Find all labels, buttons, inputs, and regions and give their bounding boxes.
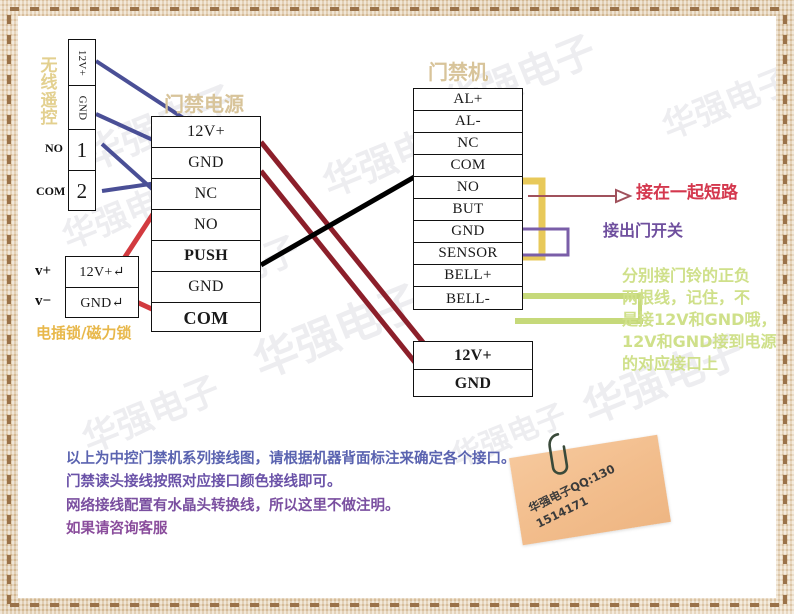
- controller-row-al-plus[interactable]: AL+: [414, 89, 522, 111]
- controller-row-sensor[interactable]: SENSOR: [414, 243, 522, 265]
- controller-row-no[interactable]: NO: [414, 177, 522, 199]
- lock-terminal-block[interactable]: 12V+↵ GND↵: [65, 256, 139, 318]
- lock-row-gnd[interactable]: GND↵: [66, 288, 138, 318]
- power-supply-title: 门禁电源: [164, 92, 244, 116]
- power-row-com[interactable]: COM: [152, 303, 260, 333]
- controller-row-nc[interactable]: NC: [414, 133, 522, 155]
- bell-note-line-5: 的对应接口上: [622, 354, 719, 373]
- power-row-gnd2[interactable]: GND: [152, 272, 260, 303]
- controller-terminal-block[interactable]: AL+ AL- NC COM NO BUT GND SENSOR BELL+ B…: [413, 88, 523, 310]
- bell-note-line-2: 两根线，记住，不: [622, 288, 751, 307]
- controller-row-com[interactable]: COM: [414, 155, 522, 177]
- annotation-exit-switch: 接出门开关: [603, 221, 684, 240]
- remote-title: 无线遥控: [40, 56, 58, 128]
- frame-stitch-bottom: [10, 603, 784, 607]
- ctrl-power-row-gnd[interactable]: GND: [414, 370, 532, 397]
- bell-note-line-4: 12V和GND接到电源: [622, 332, 776, 351]
- controller-row-bell-plus[interactable]: BELL+: [414, 265, 522, 287]
- power-row-12v[interactable]: 12V+: [152, 117, 260, 148]
- diagram-canvas: 华强电子 华强电子 华强电子 华强电子 华强电子 华强电子 华强电子 华强电子 …: [18, 16, 776, 598]
- lock-row-12v[interactable]: 12V+↵: [66, 257, 138, 288]
- controller-row-gnd[interactable]: GND: [414, 221, 522, 243]
- controller-row-al-minus[interactable]: AL-: [414, 111, 522, 133]
- controller-row-but[interactable]: BUT: [414, 199, 522, 221]
- power-supply-terminal-block[interactable]: 12V+ GND NC NO PUSH GND COM: [151, 116, 261, 332]
- remote-row-gnd[interactable]: GND: [69, 86, 95, 130]
- remote-row-2[interactable]: 2: [69, 171, 95, 212]
- footer-text: 以上为中控门禁机系列接线图，请根据机器背面标注来确定各个接口。 门禁读头接线按照…: [66, 448, 536, 542]
- controller-title: 门禁机: [428, 60, 488, 84]
- frame-stitch-left: [7, 10, 11, 604]
- wire-darkred-12v: [259, 140, 432, 353]
- footer-line-3: 网络接线配置有水晶头转换线，所以这里不做注明。: [66, 497, 400, 514]
- footer-line-4: 如果请咨询客服: [66, 521, 168, 538]
- lock-caption: 电插锁/磁力锁: [36, 324, 132, 342]
- power-row-push[interactable]: PUSH: [152, 241, 260, 272]
- remote-label-com: COM: [36, 184, 66, 198]
- framed-diagram: 华强电子 华强电子 华强电子 华强电子 华强电子 华强电子 华强电子 华强电子 …: [0, 0, 794, 614]
- remote-label-no: NO: [45, 141, 63, 155]
- power-row-no[interactable]: NO: [152, 210, 260, 241]
- frame-stitch-top: [10, 7, 784, 11]
- lock-label-vplus: v+: [35, 263, 52, 279]
- arrowhead-short-circuit: [615, 188, 633, 204]
- controller-power-terminal-block[interactable]: 12V+ GND: [413, 341, 533, 397]
- annotation-short-circuit: 接在一起短路: [636, 183, 738, 203]
- remote-row-1[interactable]: 1: [69, 130, 95, 171]
- frame-stitch-right: [783, 10, 787, 604]
- footer-line-1: 以上为中控门禁机系列接线图，请根据机器背面标注来确定各个接口。: [66, 451, 516, 467]
- bell-note-line-1: 分别接门铃的正负: [622, 266, 751, 285]
- bell-note-line-3: 是接12V和GND哦，: [622, 310, 776, 329]
- footer-line-2: 门禁读头接线按照对应接口颜色接线即可。: [66, 474, 342, 491]
- controller-row-bell-minus[interactable]: BELL-: [414, 287, 522, 311]
- wire-darkred-gnd: [259, 169, 432, 383]
- ctrl-power-row-12v[interactable]: 12V+: [414, 342, 532, 370]
- remote-row-12v[interactable]: 12V+: [69, 40, 95, 86]
- lock-label-vminus: v−: [35, 293, 52, 309]
- wireless-remote-terminal-block[interactable]: 12V+ GND 1 2: [68, 39, 96, 211]
- power-row-nc[interactable]: NC: [152, 179, 260, 210]
- power-row-gnd[interactable]: GND: [152, 148, 260, 179]
